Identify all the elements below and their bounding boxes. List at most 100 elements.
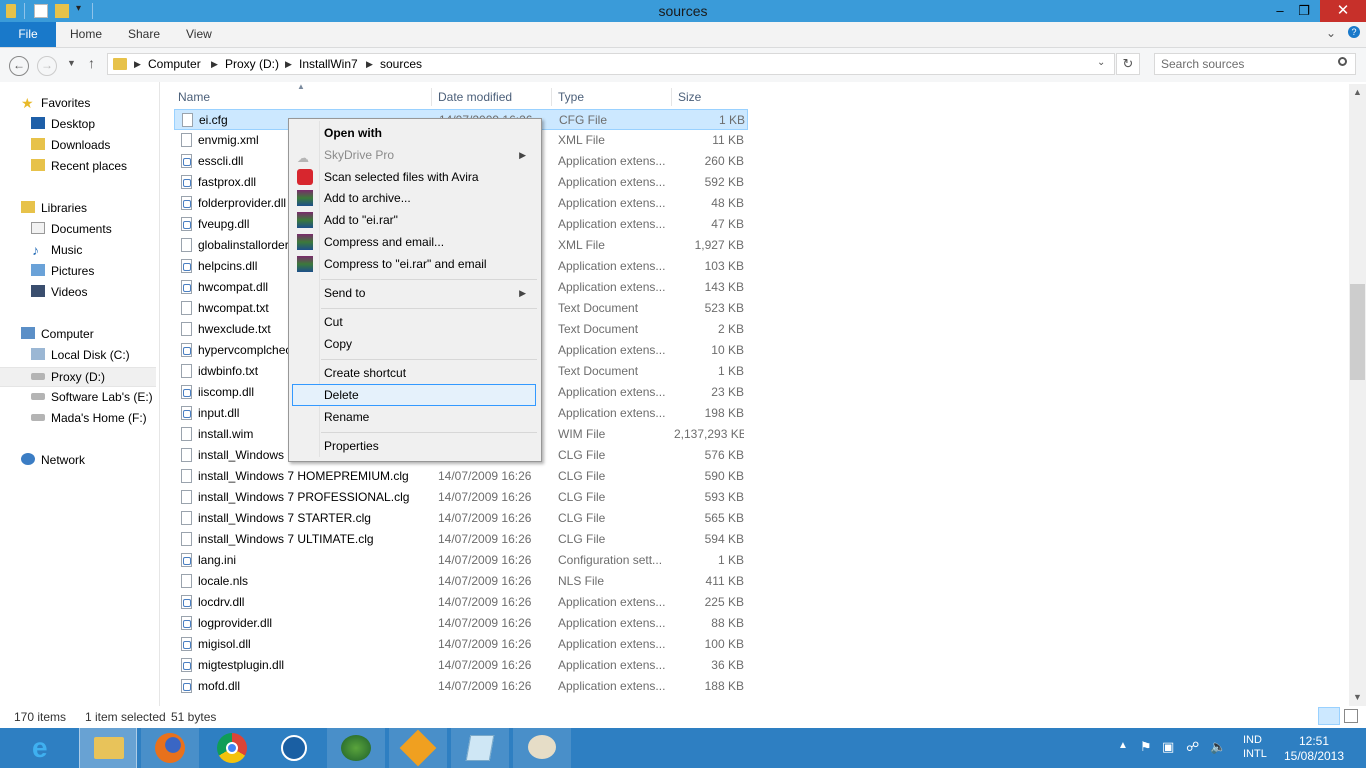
file-size: 576 KB	[704, 448, 744, 462]
menu-rename[interactable]: Rename	[292, 406, 536, 428]
document-file-icon	[181, 301, 192, 315]
breadcrumb-proxy[interactable]: Proxy (D:)	[225, 57, 279, 71]
notepad-button[interactable]	[451, 728, 509, 768]
nav-drive-d[interactable]: Proxy (D:)	[0, 367, 156, 387]
file-row[interactable]: migtestplugin.dll 14/07/2009 16:26 Applica…	[174, 655, 748, 676]
file-row[interactable]: lang.ini 14/07/2009 16:26 Configuration se…	[174, 550, 748, 571]
menu-compress-rar-email[interactable]: Compress to "ei.rar" and email	[292, 253, 536, 275]
chevron-right-icon[interactable]: ▶	[366, 59, 373, 70]
menu-separator	[321, 279, 537, 280]
winamp-button[interactable]	[389, 728, 447, 768]
breadcrumb-installwin7[interactable]: InstallWin7	[299, 57, 358, 71]
scroll-up-icon[interactable]: ▲	[1349, 84, 1366, 101]
file-name: mofd.dll	[198, 679, 241, 693]
search-input[interactable]: Search sources	[1154, 53, 1356, 75]
forward-button[interactable]: →	[37, 56, 57, 76]
document-file-icon	[181, 448, 192, 462]
refresh-button[interactable]: ↻	[1116, 53, 1140, 75]
file-row[interactable]: mofd.dll 14/07/2009 16:26 Application exte…	[174, 676, 748, 697]
help-icon[interactable]: ?	[1348, 26, 1360, 38]
file-type: XML File	[558, 238, 605, 252]
pane-divider[interactable]	[159, 82, 160, 706]
address-bar[interactable]: ▶ Computer ▶ Proxy (D:) ▶ InstallWin7 ▶ …	[107, 53, 1115, 75]
column-header-type[interactable]: Type	[554, 88, 672, 106]
tab-view[interactable]: View	[186, 22, 212, 47]
file-explorer-button[interactable]	[79, 728, 137, 768]
chevron-right-icon[interactable]: ▶	[285, 59, 292, 70]
address-dropdown-icon[interactable]: ⌄	[1097, 57, 1105, 68]
submenu-arrow-icon: ▶	[519, 150, 526, 160]
recent-locations-icon[interactable]: ▼	[67, 58, 76, 68]
menu-properties[interactable]: Properties	[292, 435, 536, 457]
navigation-pane: ★ Favorites Desktop Downloads Recent pla…	[0, 82, 160, 706]
file-row[interactable]: install_Windows 7 STARTER.clg 14/07/2009 …	[174, 508, 748, 529]
menu-copy[interactable]: Copy	[292, 333, 536, 355]
tab-file[interactable]: File	[0, 22, 56, 47]
file-row[interactable]: install_Windows 7 ULTIMATE.clg 14/07/2009…	[174, 529, 748, 550]
tab-home[interactable]: Home	[70, 22, 102, 47]
action-center-flag-icon[interactable]: ⚑	[1140, 739, 1152, 755]
vertical-scrollbar[interactable]: ▲ ▼	[1349, 84, 1366, 706]
language-indicator[interactable]: IND INTL	[1243, 734, 1267, 760]
file-row[interactable]: locale.nls 14/07/2009 16:26 NLS File 411 KB	[174, 571, 748, 592]
file-size: 36 KB	[711, 658, 744, 672]
network-tray-icon[interactable]: ☍	[1186, 739, 1199, 755]
menu-delete[interactable]: Delete	[292, 384, 536, 406]
menu-cut[interactable]: Cut	[292, 311, 536, 333]
scrollbar-thumb[interactable]	[1350, 284, 1365, 380]
context-menu: Open with ☁ SkyDrive Pro ▶ Scan selected…	[288, 118, 542, 462]
application-file-icon	[181, 343, 192, 357]
large-icons-view-button[interactable]	[1344, 709, 1358, 723]
file-date: 14/07/2009 16:26	[438, 679, 532, 693]
chevron-right-icon[interactable]: ▶	[211, 59, 218, 70]
clock[interactable]: 12:51 15/08/2013	[1282, 734, 1346, 763]
expand-ribbon-icon[interactable]: ⌄	[1326, 26, 1336, 40]
download-manager-button[interactable]	[327, 728, 385, 768]
breadcrumb-sources[interactable]: sources	[380, 57, 422, 71]
file-size: 592 KB	[704, 175, 744, 189]
menu-skydrive-pro[interactable]: ☁ SkyDrive Pro ▶	[292, 144, 536, 166]
document-file-icon	[181, 133, 192, 147]
file-explorer-icon	[94, 737, 124, 759]
avira-tray-icon[interactable]: ▣	[1162, 739, 1174, 755]
search-icon[interactable]	[1338, 57, 1347, 66]
document-file-icon	[181, 427, 192, 441]
file-size: 594 KB	[704, 532, 744, 546]
up-button[interactable]: ↑	[88, 55, 95, 71]
paint-button[interactable]	[513, 728, 571, 768]
details-view-button[interactable]	[1318, 707, 1340, 725]
column-header-size[interactable]: Size	[674, 88, 748, 106]
maximize-button[interactable]: ❐	[1290, 0, 1318, 22]
file-row[interactable]: install_Windows 7 HOMEPREMIUM.clg 14/07/2…	[174, 466, 748, 487]
menu-open-with[interactable]: Open with	[292, 122, 536, 144]
file-row[interactable]: migisol.dll 14/07/2009 16:26 Application e…	[174, 634, 748, 655]
column-header-date[interactable]: Date modified	[434, 88, 552, 106]
store-button[interactable]	[265, 728, 323, 768]
column-header-name[interactable]: Name	[174, 88, 432, 106]
show-hidden-icons[interactable]: ▲	[1118, 740, 1128, 751]
menu-scan-avira[interactable]: Scan selected files with Avira	[292, 166, 536, 188]
winrar-icon	[297, 234, 313, 250]
menu-send-to[interactable]: Send to ▶	[292, 282, 536, 304]
file-row[interactable]: logprovider.dll 14/07/2009 16:26 Applicati…	[174, 613, 748, 634]
scroll-down-icon[interactable]: ▼	[1349, 689, 1366, 706]
computer-icon	[21, 327, 35, 339]
volume-icon[interactable]: 🔈	[1210, 739, 1226, 755]
file-row[interactable]: install_Windows 7 PROFESSIONAL.clg 14/07/…	[174, 487, 748, 508]
file-type: Application extens...	[558, 196, 666, 210]
file-row[interactable]: locdrv.dll 14/07/2009 16:26 Application ex…	[174, 592, 748, 613]
tab-share[interactable]: Share	[128, 22, 160, 47]
menu-add-to-rar[interactable]: Add to "ei.rar"	[292, 209, 536, 231]
document-file-icon	[181, 322, 192, 336]
chevron-right-icon[interactable]: ▶	[134, 59, 141, 70]
chrome-button[interactable]	[203, 728, 261, 768]
close-button[interactable]: ✕	[1320, 0, 1366, 22]
back-button[interactable]: ←	[9, 56, 29, 76]
item-count: 170 items	[14, 710, 67, 724]
breadcrumb-computer[interactable]: Computer	[148, 57, 201, 71]
menu-compress-email[interactable]: Compress and email...	[292, 231, 536, 253]
internet-explorer-button[interactable]: e	[16, 728, 74, 768]
menu-create-shortcut[interactable]: Create shortcut	[292, 362, 536, 384]
firefox-button[interactable]	[141, 728, 199, 768]
menu-add-to-archive[interactable]: Add to archive...	[292, 187, 536, 209]
